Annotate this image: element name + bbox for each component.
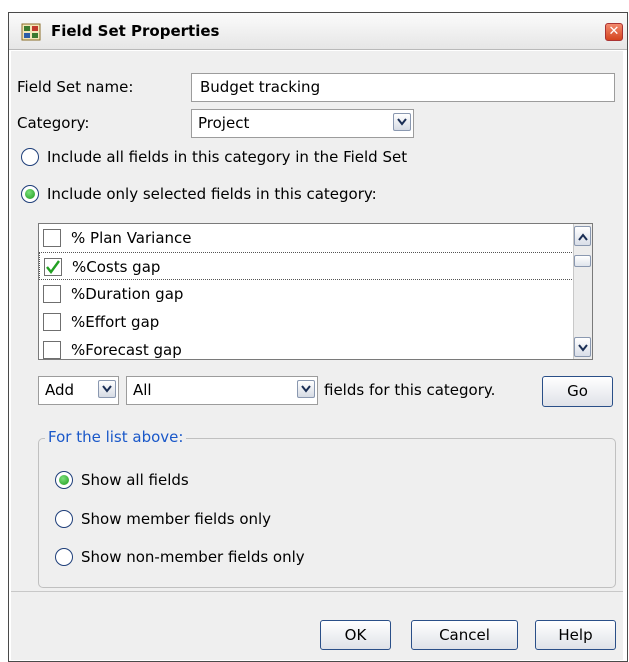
show-all-radio[interactable] (55, 471, 73, 489)
category-select[interactable]: Project (191, 109, 414, 138)
field-label: % Plan Variance (71, 229, 192, 247)
action-select[interactable]: Add (38, 376, 119, 405)
field-label: %Effort gap (71, 313, 160, 331)
include-all-label: Include all fields in this category in t… (47, 148, 408, 166)
field-label: %Costs gap (72, 258, 161, 276)
scope-select[interactable]: All (126, 376, 318, 405)
include-selected-radio[interactable] (21, 185, 39, 203)
chevron-down-icon[interactable] (297, 380, 315, 398)
checkmark-icon (46, 260, 60, 274)
field-set-app-icon (21, 23, 41, 41)
show-non-member-radio[interactable] (55, 548, 73, 566)
category-select-value: Project (198, 114, 250, 132)
chevron-down-icon[interactable] (393, 113, 411, 131)
list-filter-title: For the list above: (45, 428, 187, 446)
close-icon: ✕ (608, 24, 620, 39)
field-checkbox[interactable] (43, 285, 61, 303)
ok-button[interactable]: OK (320, 620, 391, 650)
cancel-button[interactable]: Cancel (411, 620, 518, 650)
include-selected-label: Include only selected fields in this cat… (47, 185, 377, 203)
chevron-up-icon (578, 233, 588, 241)
show-non-member-label: Show non-member fields only (81, 548, 305, 566)
close-button[interactable]: ✕ (605, 23, 623, 41)
category-label: Category: (17, 114, 90, 132)
title-bar[interactable]: Field Set Properties ✕ (9, 13, 627, 50)
field-checkbox[interactable] (43, 229, 61, 247)
dialog-body: Field Set name: Budget tracking Category… (11, 51, 623, 591)
scroll-up-button[interactable] (574, 226, 591, 246)
action-select-value: Add (45, 381, 75, 399)
scroll-thumb[interactable] (574, 255, 591, 267)
list-item[interactable]: % Plan Variance (39, 224, 576, 252)
list-item[interactable]: %Forecast gap (39, 336, 576, 359)
action-suffix-text: fields for this category. (324, 381, 496, 399)
window-title: Field Set Properties (51, 22, 220, 40)
list-scrollbar[interactable] (573, 224, 592, 359)
include-all-radio[interactable] (21, 148, 39, 166)
field-label: %Forecast gap (71, 341, 182, 359)
list-item[interactable]: %Effort gap (39, 308, 576, 336)
help-button[interactable]: Help (535, 620, 616, 650)
show-all-label: Show all fields (81, 471, 189, 489)
list-item[interactable]: %Duration gap (39, 280, 576, 308)
list-item[interactable]: %Costs gap (39, 252, 576, 280)
chevron-down-icon[interactable] (98, 380, 116, 398)
field-list[interactable]: % Plan Variance %Costs gap %Duration gap… (38, 223, 593, 360)
field-checkbox[interactable] (43, 313, 61, 331)
chevron-down-icon (578, 344, 588, 352)
button-bar: OK Cancel Help (11, 591, 623, 660)
field-checkbox[interactable] (43, 341, 61, 359)
field-label: %Duration gap (71, 285, 184, 303)
show-member-label: Show member fields only (81, 510, 272, 528)
scope-select-value: All (133, 381, 152, 399)
dialog-window: Field Set Properties ✕ Field Set name: B… (8, 12, 628, 662)
show-member-radio[interactable] (55, 510, 73, 528)
scroll-down-button[interactable] (574, 337, 591, 357)
field-set-name-label: Field Set name: (17, 78, 134, 96)
go-button[interactable]: Go (542, 376, 613, 407)
field-set-name-input[interactable]: Budget tracking (191, 73, 615, 102)
field-checkbox[interactable] (44, 258, 62, 276)
